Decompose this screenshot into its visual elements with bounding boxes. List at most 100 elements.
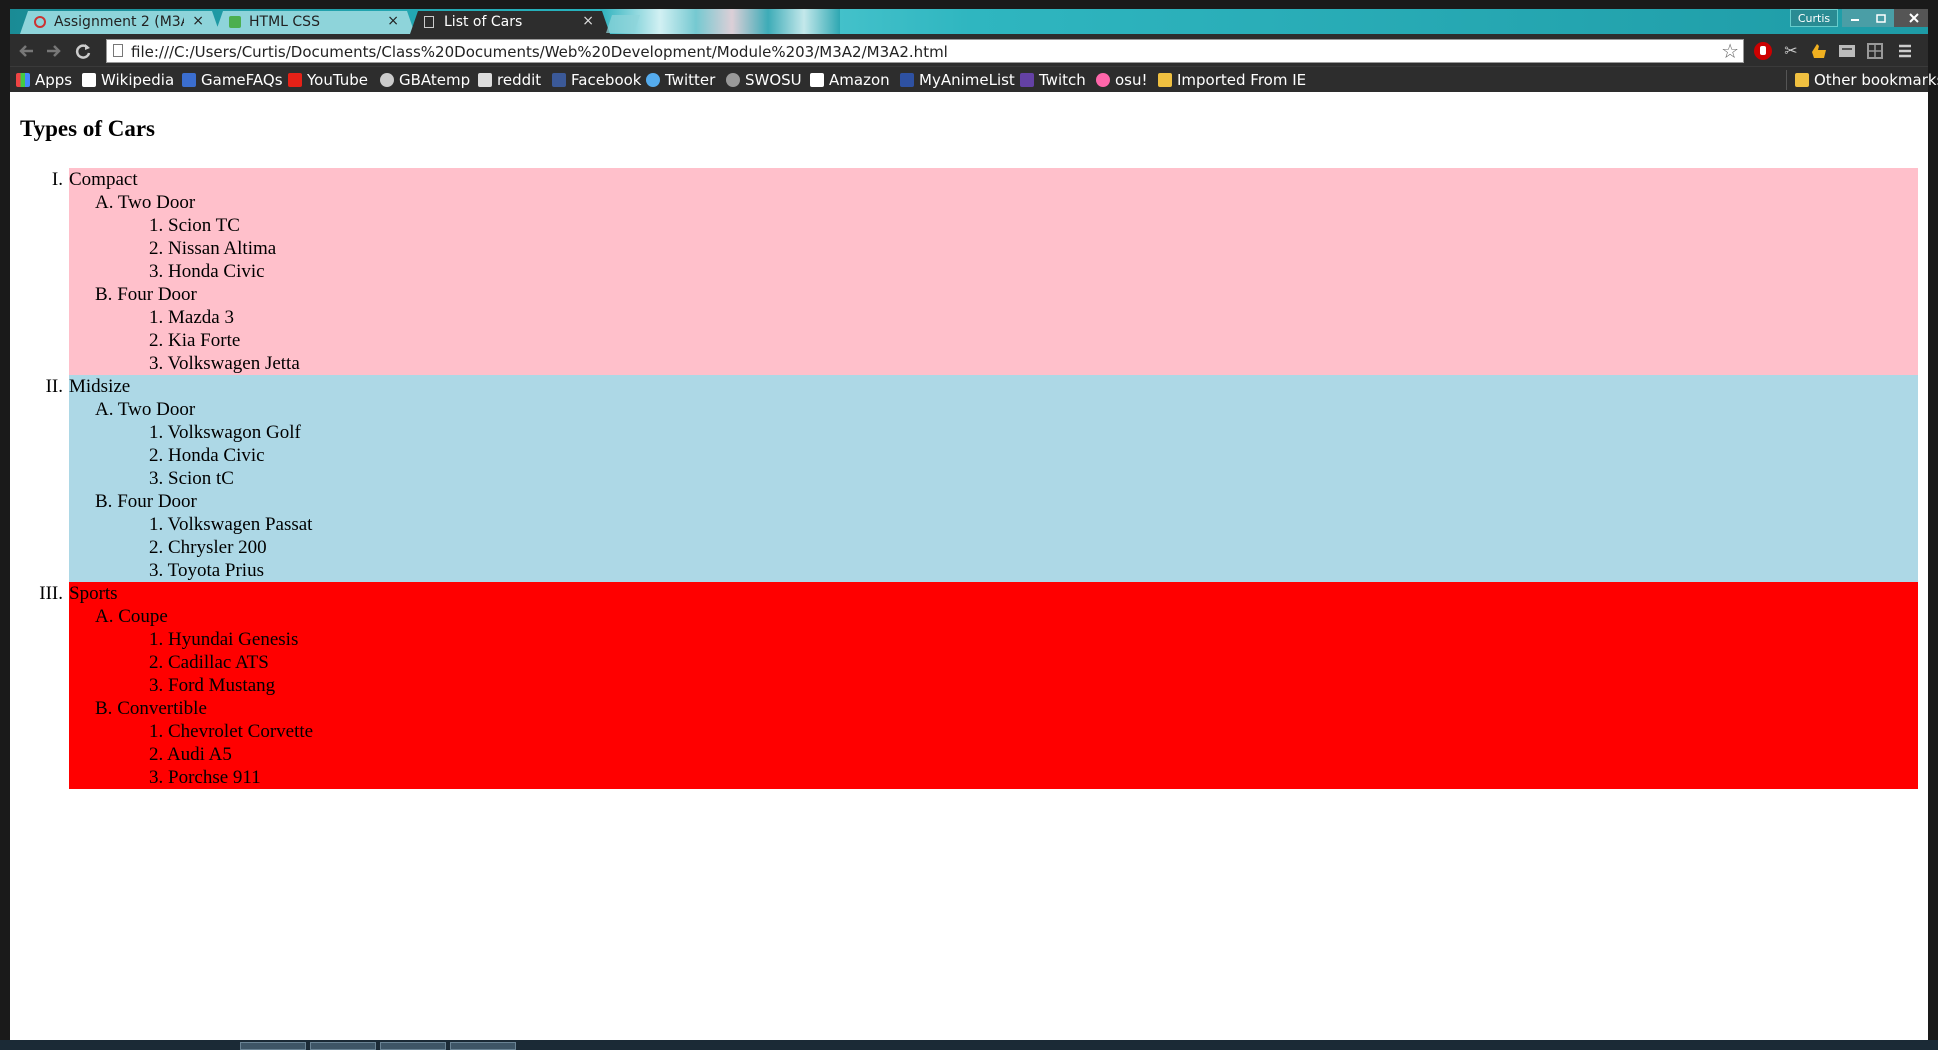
list-item: 2. Honda Civic	[69, 444, 1918, 467]
list-marker: A.	[95, 192, 114, 213]
bookmark-folder-imported-from-ie[interactable]: Imported From IE	[1158, 70, 1306, 90]
bookmarks-bar: Apps Wikipedia GameFAQs YouTube GBAtemp …	[10, 66, 1938, 93]
section-heading: I. Compact	[52, 168, 1918, 191]
bookmark-star-icon[interactable]: ☆	[1721, 40, 1739, 62]
list-item: 3. Porchse 911	[69, 766, 1918, 789]
tab-strip: Assignment 2 (M3A2 × HTML CSS × List of …	[10, 9, 1928, 34]
bookmark-osu[interactable]: osu!	[1096, 70, 1148, 90]
list-marker: I.	[51, 169, 63, 190]
restore-button[interactable]	[1868, 9, 1894, 27]
list-item-label: Cadillac ATS	[168, 652, 269, 673]
list-item: 3. Volkswagen Jetta	[69, 352, 1918, 375]
list-item-label: Chrysler 200	[168, 537, 267, 558]
taskbar-button[interactable]	[450, 1042, 516, 1050]
taskbar-button[interactable]	[380, 1042, 446, 1050]
bookmark-facebook[interactable]: Facebook	[552, 70, 641, 90]
wikipedia-icon	[82, 73, 96, 87]
list-marker: 3.	[149, 767, 164, 788]
tab-label: Assignment 2 (M3A2	[54, 14, 181, 30]
list-marker: 1.	[149, 307, 164, 328]
bookmark-wikipedia[interactable]: Wikipedia	[82, 70, 174, 90]
group-heading: B. Four Door	[69, 283, 1918, 306]
youtube-icon	[288, 73, 302, 87]
page-viewport: Types of Cars I. Compact A. Two Door 1. Sci…	[10, 92, 1928, 1040]
bookmark-folder-other-bookmarks[interactable]: Other bookmarks	[1786, 70, 1938, 90]
tab-label: HTML CSS	[249, 14, 320, 30]
list-item-label: Kia Forte	[168, 330, 241, 351]
group-heading: A. Coupe	[69, 605, 1918, 628]
bookmark-gamefaqs[interactable]: GameFAQs	[182, 70, 283, 90]
car-types-outline: I. Compact A. Two Door 1. Scion TC 2. Nissan…	[10, 168, 1928, 789]
bookmark-amazon[interactable]: Amazon	[810, 70, 890, 90]
tab-list-of-cars[interactable]: List of Cars ×	[410, 11, 610, 34]
reload-button[interactable]	[72, 40, 94, 62]
reload-icon	[75, 44, 91, 59]
bookmark-swosu[interactable]: SWOSU	[726, 70, 802, 90]
minimize-button[interactable]	[1842, 9, 1868, 27]
tab-label: List of Cars	[444, 14, 523, 30]
bookmark-twitter[interactable]: Twitter	[646, 70, 715, 90]
bookmark-twitch[interactable]: Twitch	[1020, 70, 1086, 90]
scissors-icon[interactable]: ✂	[1780, 40, 1802, 62]
list-marker: 2.	[149, 652, 164, 673]
swosu-icon	[726, 73, 740, 87]
address-bar[interactable]: file:///C:/Users/Curtis/Documents/Class%…	[106, 39, 1744, 63]
forward-button[interactable]	[42, 40, 64, 62]
list-marker: 2.	[149, 445, 164, 466]
extension-icon[interactable]	[1836, 40, 1858, 62]
list-item-label: Four Door	[117, 491, 197, 512]
taskbar-button[interactable]	[310, 1042, 376, 1050]
menu-icon[interactable]	[1894, 40, 1916, 62]
group-heading: B. Four Door	[69, 490, 1918, 513]
twitter-icon	[646, 73, 660, 87]
list-marker: 1.	[149, 422, 164, 443]
bookmark-reddit[interactable]: reddit	[478, 70, 541, 90]
outline-section: II. Midsize A. Two Door 1. Volkswagon Golf 2…	[46, 375, 1918, 582]
list-item-label: Volkswagon Golf	[167, 422, 301, 443]
gamefaqs-icon	[182, 73, 196, 87]
tab-assignment[interactable]: Assignment 2 (M3A2 ×	[20, 11, 220, 34]
reddit-icon	[478, 73, 492, 87]
back-button[interactable]	[16, 40, 38, 62]
list-item: 2. Kia Forte	[69, 329, 1918, 352]
close-tab-icon[interactable]: ×	[582, 13, 594, 29]
tab-html-css[interactable]: HTML CSS ×	[215, 11, 415, 34]
bookmark-myanimelist[interactable]: MyAnimeList	[900, 70, 1015, 90]
list-item: 3. Honda Civic	[69, 260, 1918, 283]
list-item-label: Toyota Prius	[167, 560, 264, 581]
list-item: 3. Scion tC	[69, 467, 1918, 490]
list-item-label: Honda Civic	[168, 445, 265, 466]
ublock-icon[interactable]	[1752, 40, 1774, 62]
list-item: 1. Chevrolet Corvette	[69, 720, 1918, 743]
bookmark-gbatemp[interactable]: GBAtemp	[380, 70, 470, 90]
close-window-button[interactable]	[1894, 9, 1928, 27]
list-item-label: Four Door	[117, 284, 197, 305]
thumbs-up-icon[interactable]	[1808, 40, 1830, 62]
list-marker: 2.	[149, 238, 164, 259]
list-marker: B.	[95, 284, 113, 305]
outline-section: I. Compact A. Two Door 1. Scion TC 2. Nissan…	[52, 168, 1918, 375]
list-marker: 2.	[149, 537, 164, 558]
list-marker: 1.	[149, 514, 164, 535]
list-item: 1. Hyundai Genesis	[69, 628, 1918, 651]
close-tab-icon[interactable]: ×	[387, 13, 399, 29]
list-item-label: Two Door	[117, 192, 196, 213]
bookmark-youtube[interactable]: YouTube	[288, 70, 368, 90]
list-item: 2. Cadillac ATS	[69, 651, 1918, 674]
taskbar-button[interactable]	[240, 1042, 306, 1050]
list-marker: 1.	[149, 629, 164, 650]
bookmark-apps[interactable]: Apps	[16, 70, 72, 90]
group-heading: A. Two Door	[69, 191, 1918, 214]
list-item: 2. Nissan Altima	[69, 237, 1918, 260]
profile-button[interactable]: Curtis	[1790, 9, 1838, 27]
list-item-label: Volkswagen Passat	[167, 514, 313, 535]
list-marker: A.	[95, 606, 114, 627]
close-tab-icon[interactable]: ×	[192, 13, 204, 29]
list-item: 1. Volkswagen Passat	[69, 513, 1918, 536]
list-marker: 2.	[149, 330, 164, 351]
list-item-label: Sports	[69, 583, 118, 604]
list-item-label: Midsize	[69, 376, 131, 397]
list-marker: B.	[95, 698, 113, 719]
grid-icon[interactable]	[1864, 40, 1886, 62]
url-text: file:///C:/Users/Curtis/Documents/Class%…	[131, 43, 948, 61]
